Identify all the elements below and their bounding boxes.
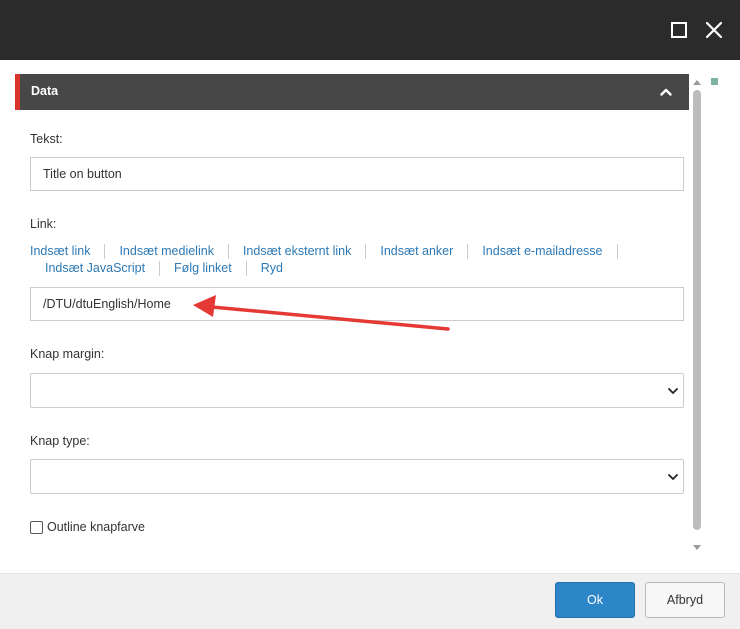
status-indicator-icon	[711, 78, 718, 85]
cancel-button[interactable]: Afbryd	[645, 582, 725, 618]
insert-email-action[interactable]: Indsæt e-mailadresse	[468, 244, 618, 259]
section-title: Data	[31, 84, 59, 98]
outline-checkbox-label: Outline knapfarve	[47, 520, 145, 534]
window-titlebar	[0, 0, 740, 60]
scroll-up-icon[interactable]	[693, 78, 701, 86]
knap-margin-label: Knap margin:	[30, 347, 105, 361]
tekst-input[interactable]	[30, 157, 684, 191]
collapse-section-button[interactable]	[659, 85, 673, 99]
chevron-down-icon	[668, 474, 678, 480]
link-actions-row-2: Indsæt JavaScript Følg linket Ryd	[45, 261, 685, 277]
chevron-down-icon	[668, 388, 678, 394]
knap-type-label: Knap type:	[30, 434, 90, 448]
link-actions-row-1: Indsæt link Indsæt medielink Indsæt ekster…	[30, 244, 670, 260]
insert-media-link-action[interactable]: Indsæt medielink	[105, 244, 229, 259]
link-label: Link:	[30, 217, 57, 231]
knap-type-select[interactable]	[30, 459, 684, 494]
clear-link-action[interactable]: Ryd	[247, 261, 297, 276]
scroll-down-icon[interactable]	[693, 544, 701, 552]
section-header-data[interactable]: Data	[15, 74, 689, 110]
vertical-scrollbar[interactable]	[690, 78, 704, 556]
link-input[interactable]	[30, 287, 684, 321]
knap-margin-select[interactable]	[30, 373, 684, 408]
outline-checkbox[interactable]	[30, 520, 43, 534]
tekst-label: Tekst:	[30, 132, 63, 146]
dialog-footer: Ok Afbryd	[0, 573, 740, 629]
chevron-up-icon	[660, 88, 672, 96]
outline-checkbox-row: Outline knapfarve	[30, 519, 145, 535]
insert-link-action[interactable]: Indsæt link	[30, 244, 106, 259]
insert-external-link-action[interactable]: Indsæt eksternt link	[229, 244, 367, 259]
follow-link-action[interactable]: Følg linket	[160, 261, 247, 276]
scrollbar-thumb[interactable]	[693, 90, 701, 530]
close-icon	[705, 21, 723, 39]
close-button[interactable]	[702, 18, 726, 42]
maximize-icon	[671, 22, 687, 38]
insert-anchor-action[interactable]: Indsæt anker	[366, 244, 469, 259]
maximize-button[interactable]	[667, 18, 691, 42]
insert-javascript-action[interactable]: Indsæt JavaScript	[45, 261, 161, 276]
ok-button[interactable]: Ok	[555, 582, 635, 618]
